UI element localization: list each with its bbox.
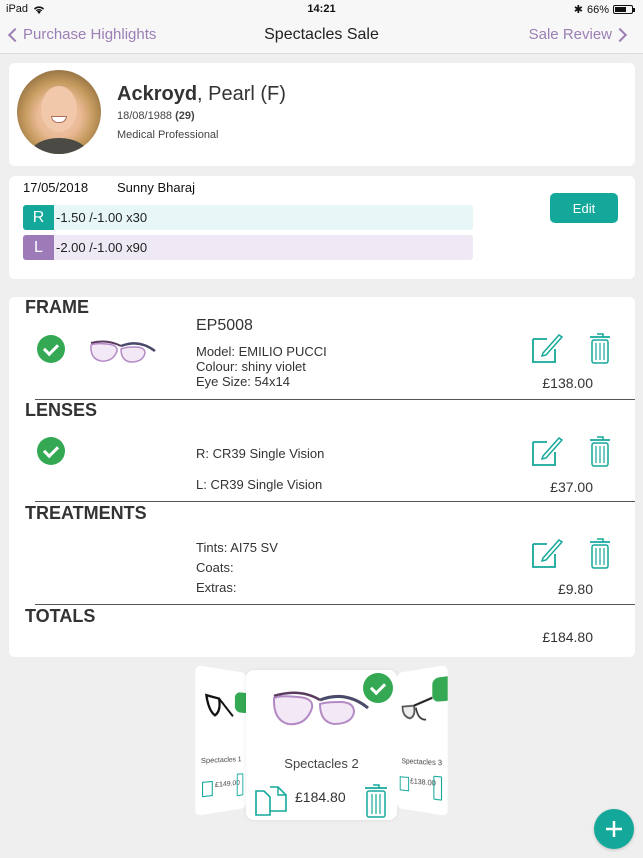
lenses-left: L: CR39 Single Vision bbox=[196, 477, 323, 492]
patient-surname: Ackroyd bbox=[117, 83, 198, 105]
spectacles-1-copy-icon[interactable] bbox=[202, 780, 213, 798]
prescription-card: 17/05/2018 Sunny Bharaj R -1.50 /-1.00 x… bbox=[9, 176, 635, 279]
status-bar: iPad 14:21 ✱ 66% bbox=[0, 0, 643, 18]
treatments-divider bbox=[35, 604, 635, 605]
forward-label: Sale Review bbox=[528, 26, 612, 43]
navigation-bar: Purchase Highlights Spectacles Sale Sale… bbox=[0, 18, 643, 54]
patient-age: (29) bbox=[175, 110, 195, 122]
spectacles-2-copy-icon[interactable] bbox=[254, 785, 288, 817]
treatments-extras: Extras: bbox=[196, 580, 237, 595]
dob-value: 18/08/1988 bbox=[117, 110, 173, 122]
spectacles-3-copy-icon[interactable] bbox=[399, 776, 410, 792]
treatments-trash-icon[interactable] bbox=[589, 537, 611, 569]
patient-name: Ackroyd, Pearl (F) bbox=[117, 83, 286, 106]
spectacles-3-name: Spectacles 3 bbox=[401, 758, 443, 768]
prescription-date: 17/05/2018 bbox=[23, 180, 89, 195]
lenses-trash-icon[interactable] bbox=[589, 435, 611, 467]
lenses-edit-icon[interactable] bbox=[531, 435, 563, 467]
spectacles-1-check-icon bbox=[234, 691, 246, 713]
avatar-face bbox=[41, 86, 77, 132]
treatments-price: £9.80 bbox=[557, 581, 593, 597]
spectacles-1-image bbox=[204, 688, 237, 726]
spectacles-carousel: Spectacles 1 £149.00 Spectacles 2 £184.8… bbox=[0, 665, 643, 823]
patient-dob: 18/08/1988 (29) bbox=[117, 110, 195, 122]
status-right: ✱ 66% bbox=[573, 3, 635, 16]
frame-check-icon bbox=[37, 335, 65, 363]
spectacles-2-name: Spectacles 2 bbox=[284, 756, 359, 771]
frame-code: EP5008 bbox=[196, 317, 253, 334]
edit-prescription-button[interactable]: Edit bbox=[550, 193, 618, 223]
prescription-optometrist: Sunny Bharaj bbox=[117, 180, 196, 195]
battery-percent: 66% bbox=[586, 3, 609, 16]
battery-icon bbox=[613, 5, 635, 14]
spectacles-3-price: £138.00 bbox=[410, 778, 436, 788]
add-spectacles-button[interactable] bbox=[594, 809, 634, 849]
frame-edit-icon[interactable] bbox=[531, 332, 563, 364]
lenses-right: R: CR39 Single Vision bbox=[196, 446, 325, 461]
spectacles-2-price: £184.80 bbox=[295, 789, 346, 805]
spectacles-2-check-icon bbox=[363, 673, 393, 703]
plus-icon bbox=[606, 821, 622, 837]
spectacles-3-trash-icon[interactable] bbox=[433, 775, 443, 801]
right-eye-badge: R bbox=[23, 205, 54, 230]
spectacles-1-name: Spectacles 1 bbox=[200, 756, 242, 766]
battery-fill bbox=[615, 7, 626, 12]
carousel-card-2[interactable]: Spectacles 2 £184.80 bbox=[246, 670, 397, 820]
spectacles-3-check-icon bbox=[432, 676, 448, 703]
frame-model: Model: EMILIO PUCCI bbox=[196, 344, 327, 359]
patient-occupation: Medical Professional bbox=[117, 129, 219, 141]
treatments-section-title: TREATMENTS bbox=[25, 503, 147, 523]
spectacles-2-trash-icon[interactable] bbox=[364, 783, 388, 819]
left-eye-value: -2.00 /-1.00 x90 bbox=[56, 240, 148, 255]
spectacles-2-image bbox=[272, 691, 369, 726]
treatments-tints: Tints: AI75 SV bbox=[196, 540, 278, 555]
right-eye-value: -1.50 /-1.00 x30 bbox=[56, 210, 148, 225]
prescription-left-row: L -2.00 /-1.00 x90 bbox=[23, 235, 473, 260]
patient-card: Ackroyd, Pearl (F) 18/08/1988 (29) Medic… bbox=[9, 63, 635, 166]
lenses-check-icon bbox=[37, 437, 65, 465]
avatar bbox=[17, 70, 101, 154]
lenses-price: £37.00 bbox=[550, 479, 593, 495]
frame-price: £138.00 bbox=[542, 375, 593, 391]
frame-section-title: FRAME bbox=[25, 297, 89, 317]
frame-divider bbox=[35, 399, 635, 400]
totals-section-title: TOTALS bbox=[25, 606, 96, 626]
frame-eye-size: Eye Size: 54x14 bbox=[196, 374, 290, 389]
totals-price: £184.80 bbox=[542, 629, 593, 645]
bluetooth-icon: ✱ bbox=[573, 4, 583, 16]
sale-summary-card: FRAME EP5008 Model: EMILIO PUCCI Colour:… bbox=[9, 297, 635, 657]
spectacles-3-image bbox=[401, 695, 435, 727]
lenses-section-title: LENSES bbox=[25, 400, 98, 420]
treatments-edit-icon[interactable] bbox=[531, 537, 563, 569]
left-eye-badge: L bbox=[23, 235, 54, 260]
chevron-right-icon bbox=[612, 27, 628, 42]
forward-button[interactable]: Sale Review bbox=[528, 26, 628, 43]
prescription-right-row: R -1.50 /-1.00 x30 bbox=[23, 205, 473, 230]
patient-given-name: , Pearl (F) bbox=[197, 83, 286, 105]
lenses-divider bbox=[35, 501, 635, 502]
frame-trash-icon[interactable] bbox=[589, 332, 611, 364]
carousel-card-1[interactable]: Spectacles 1 £149.00 bbox=[195, 665, 246, 816]
treatments-coats: Coats: bbox=[196, 560, 234, 575]
carousel-card-3[interactable]: Spectacles 3 £138.00 bbox=[397, 665, 448, 816]
frame-colour: Colour: shiny violet bbox=[196, 359, 306, 374]
avatar-shirt bbox=[31, 138, 87, 154]
frame-glasses-image bbox=[90, 340, 156, 363]
clock: 14:21 bbox=[307, 3, 336, 15]
spectacles-1-trash-icon[interactable] bbox=[236, 773, 244, 797]
